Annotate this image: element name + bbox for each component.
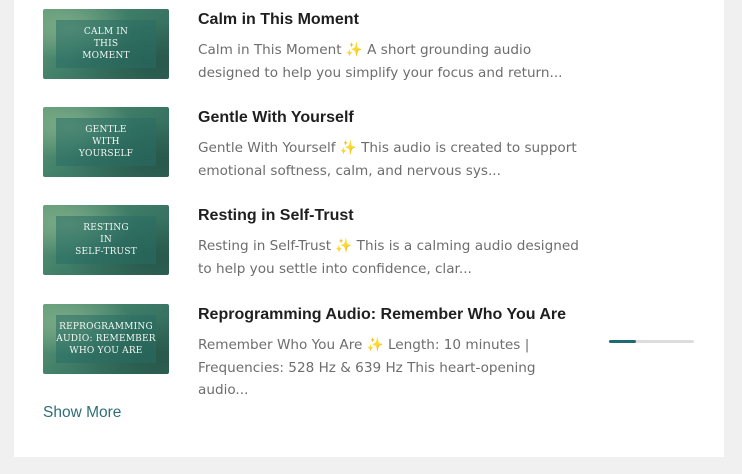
sparkle-icon: ✨	[339, 140, 357, 156]
list-item[interactable]: Gentle with yourself Gentle With Yoursel…	[14, 107, 724, 179]
desc-title: Resting in Self-Trust	[198, 238, 332, 254]
audio-thumbnail[interactable]: Reprogramming audio: remember who you ar…	[43, 304, 169, 374]
playback-progress-bar[interactable]	[609, 340, 694, 343]
thumbnail-text: Gentle with yourself	[78, 125, 134, 159]
desc-title: Calm in This Moment	[198, 42, 342, 58]
audio-list-card: Calm in this moment Calm in This Moment …	[14, 0, 724, 457]
audio-title[interactable]: Gentle With Yourself	[198, 109, 354, 127]
sparkle-icon: ✨	[335, 238, 353, 254]
thumbnail-text: Resting in self-trust	[75, 223, 137, 257]
audio-thumbnail[interactable]: Calm in this moment	[43, 9, 169, 79]
show-more-link[interactable]: Show More	[43, 404, 121, 422]
audio-description: Calm in This Moment ✨ A short grounding …	[198, 39, 590, 84]
desc-title: Remember Who You Are	[198, 337, 363, 353]
list-item[interactable]: Calm in this moment Calm in This Moment …	[14, 9, 724, 81]
audio-title[interactable]: Resting in Self-Trust	[198, 207, 354, 225]
audio-description: Gentle With Yourself ✨ This audio is cre…	[198, 137, 590, 182]
sparkle-icon: ✨	[345, 42, 363, 58]
audio-description: Remember Who You Are ✨ Length: 10 minute…	[198, 334, 590, 402]
audio-description: Resting in Self-Trust ✨ This is a calmin…	[198, 235, 590, 280]
list-item[interactable]: Resting in self-trust Resting in Self-Tr…	[14, 205, 724, 277]
thumbnail-text: Calm in this moment	[82, 27, 130, 61]
audio-title[interactable]: Reprogramming Audio: Remember Who You Ar…	[198, 306, 566, 324]
audio-title[interactable]: Calm in This Moment	[198, 11, 359, 29]
sparkle-icon: ✨	[366, 337, 384, 353]
list-item[interactable]: Reprogramming audio: remember who you ar…	[14, 304, 724, 398]
playback-progress-fill	[609, 340, 637, 343]
audio-thumbnail[interactable]: Gentle with yourself	[43, 107, 169, 177]
desc-title: Gentle With Yourself	[198, 140, 336, 156]
thumbnail-text: Reprogramming audio: remember who you ar…	[56, 322, 156, 356]
audio-thumbnail[interactable]: Resting in self-trust	[43, 205, 169, 275]
